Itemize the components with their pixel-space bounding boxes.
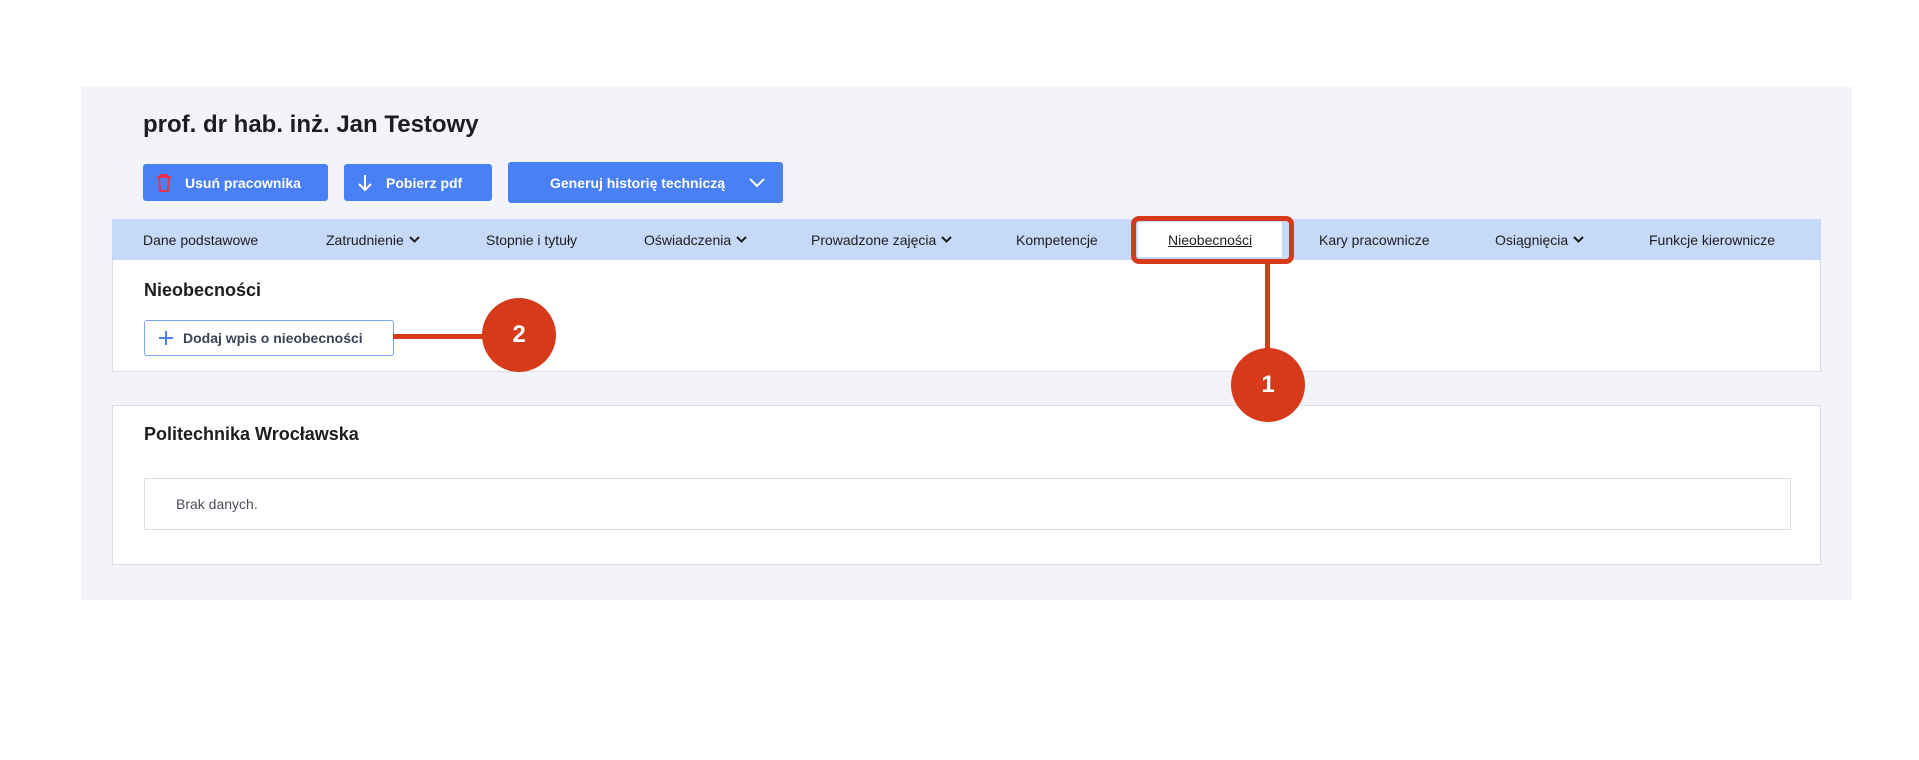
tab-employment[interactable]: Zatrudnienie (326, 219, 420, 260)
chevron-down-icon (941, 236, 953, 243)
callout-badge-2: 2 (482, 298, 556, 372)
tab-bar: Dane podstawowe Zatrudnienie Stopnie i t… (112, 219, 1821, 260)
tab-label: Oświadczenia (644, 231, 732, 248)
arrow-down-icon (356, 174, 374, 192)
tab-management-functions[interactable]: Funkcje kierownicze (1649, 219, 1775, 260)
callout-line-1 (1265, 264, 1270, 354)
generate-history-button[interactable]: Generuj historię techniczą (508, 162, 783, 203)
trash-icon (155, 173, 173, 192)
generate-history-label: Generuj historię techniczą (550, 174, 726, 191)
callout-line-2 (393, 334, 484, 339)
add-absence-button[interactable]: Dodaj wpis o nieobecności (144, 320, 394, 356)
tab-achievements[interactable]: Osiągnięcia (1495, 219, 1584, 260)
empty-state: Brak danych. (144, 478, 1791, 530)
tab-label: Stopnie i tytuły (486, 231, 578, 248)
tab-label: Prowadzone zajęcia (811, 231, 937, 248)
institution-title: Politechnika Wrocławska (144, 424, 359, 444)
delete-employee-label: Usuń pracownika (185, 174, 301, 191)
download-pdf-button[interactable]: Pobierz pdf (344, 164, 492, 201)
absences-card: Nieobecności Dodaj wpis o nieobecności (112, 260, 1821, 372)
tab-label: Kary pracownicze (1319, 231, 1430, 248)
tab-basic-data[interactable]: Dane podstawowe (143, 219, 258, 260)
empty-state-text: Brak danych. (176, 496, 258, 512)
chevron-down-icon (1573, 236, 1584, 243)
tab-label: Zatrudnienie (326, 231, 404, 248)
download-pdf-label: Pobierz pdf (386, 174, 463, 191)
tab-label: Kompetencje (1016, 231, 1098, 248)
tab-degrees[interactable]: Stopnie i tytuły (486, 219, 577, 260)
tab-label: Funkcje kierownicze (1649, 231, 1776, 248)
chevron-down-icon (736, 236, 747, 243)
callout-highlight-box (1131, 216, 1294, 264)
page-title: prof. dr hab. inż. Jan Testowy (143, 111, 479, 138)
employee-panel: prof. dr hab. inż. Jan Testowy Usuń prac… (81, 87, 1852, 600)
plus-icon (159, 331, 173, 345)
tab-statements[interactable]: Oświadczenia (644, 219, 747, 260)
chevron-down-icon (409, 236, 420, 243)
institution-card: Politechnika Wrocławska Brak danych. (112, 405, 1821, 565)
tab-label: Osiągnięcia (1495, 231, 1569, 248)
add-absence-label: Dodaj wpis o nieobecności (183, 330, 363, 346)
delete-employee-button[interactable]: Usuń pracownika (143, 164, 328, 201)
tab-label: Dane podstawowe (143, 231, 259, 248)
tab-classes[interactable]: Prowadzone zajęcia (811, 219, 953, 260)
absences-title: Nieobecności (144, 280, 262, 300)
tab-penalties[interactable]: Kary pracownicze (1319, 219, 1430, 260)
tab-competences[interactable]: Kompetencje (1016, 219, 1098, 260)
callout-badge-1: 1 (1231, 348, 1305, 422)
chevron-down-icon[interactable] (749, 177, 765, 188)
